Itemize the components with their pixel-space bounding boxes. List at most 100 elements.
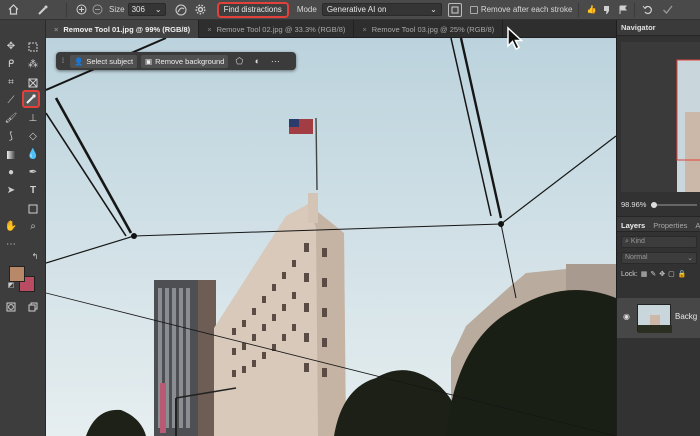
layers-tabs: Layers Properties A	[617, 216, 700, 232]
more-tools-icon[interactable]: ⋯	[4, 238, 18, 252]
gear-icon[interactable]	[194, 3, 208, 17]
blend-mode-value: Normal	[625, 254, 648, 261]
thumbs-down-icon[interactable]	[600, 3, 614, 17]
default-colors-icon[interactable]: ◩	[4, 278, 18, 292]
lock-all-icon[interactable]: 🔒	[678, 270, 687, 278]
tab-layers[interactable]: Layers	[617, 217, 649, 233]
chevron-down-icon: ⌄	[430, 5, 437, 14]
hand-icon[interactable]: ✋	[4, 220, 18, 234]
navigator-header: Navigator	[617, 20, 700, 36]
navigator-thumbnail[interactable]	[621, 42, 700, 192]
mode-label: Mode	[296, 5, 317, 14]
sample-all-layers-icon[interactable]	[447, 2, 462, 17]
clone-stamp-icon[interactable]: ⊥	[26, 112, 40, 126]
rectangle-icon[interactable]	[26, 202, 40, 216]
eyedropper-icon[interactable]: ⟋	[4, 94, 18, 108]
kind-filter-label: Kind	[630, 238, 645, 245]
layer-thumbnail	[637, 304, 672, 333]
tab-adjustments[interactable]: A	[691, 217, 700, 233]
chevron-down-icon: ⌄	[154, 5, 162, 14]
lasso-icon[interactable]: ᑭ	[4, 58, 18, 72]
zoom-slider[interactable]	[651, 202, 697, 208]
close-icon[interactable]: ×	[207, 25, 211, 34]
marquee-icon[interactable]	[26, 40, 40, 54]
gradient-icon[interactable]	[4, 148, 18, 162]
frame-icon[interactable]	[26, 76, 40, 90]
zoom-slider-thumb[interactable]	[651, 202, 657, 208]
mouse-cursor-icon	[507, 26, 524, 51]
commit-check-icon[interactable]	[660, 3, 674, 17]
lock-label: Lock:	[621, 270, 638, 278]
find-distractions-button[interactable]: Find distractions	[216, 1, 289, 18]
type-icon[interactable]: T	[26, 184, 40, 198]
move-icon[interactable]: ✥	[4, 40, 18, 54]
tab-remove-tool-02[interactable]: × Remove Tool 02.jpg @ 33.3% (RGB/8)	[199, 20, 355, 38]
layer-row-background[interactable]: ◉ Backg	[617, 298, 700, 338]
select-subject-button[interactable]: 👤 Select subject	[70, 54, 138, 68]
crop-icon[interactable]: ⌗	[4, 76, 18, 90]
remove-after-stroke-checkbox[interactable]	[469, 5, 478, 14]
home-icon[interactable]	[6, 3, 20, 17]
tab-label: Remove Tool 02.jpg @ 33.3% (RGB/8)	[216, 24, 346, 34]
blur-icon[interactable]: 💧	[26, 148, 40, 162]
layer-name[interactable]: Backg	[675, 312, 697, 321]
eraser-icon[interactable]: ◇	[26, 130, 40, 144]
lock-paint-icon[interactable]: ✎	[650, 270, 656, 278]
person-icon: 👤	[74, 56, 84, 66]
options-bar: Size 306 ⌄ Find distractions Mode Genera…	[0, 0, 700, 20]
remove-background-label: Remove background	[155, 56, 225, 66]
tools-panel: ✥ ᑭ ⁂ ⌗ ⟋ 🖌 ⊥ ⟆ ◇ 💧 ● ✒ T ➤ ✋ ⌕ ⋯ ↰ ◩	[0, 20, 46, 436]
lock-artboard-icon[interactable]: ▢	[668, 270, 675, 278]
lock-transparent-icon[interactable]: ▦	[641, 270, 648, 278]
drag-handle-icon[interactable]: ⁞	[60, 55, 66, 68]
mode-value: Generative AI on	[326, 5, 387, 14]
tab-properties[interactable]: Properties	[649, 217, 691, 233]
brush-icon[interactable]: 🖌	[4, 112, 18, 126]
undo-icon[interactable]	[640, 3, 654, 17]
close-icon[interactable]: ×	[362, 25, 366, 34]
swap-colors-icon[interactable]: ↰	[28, 250, 42, 264]
canvas-photo	[46, 38, 616, 436]
dodge-icon[interactable]: ●	[4, 166, 18, 180]
right-panel: Navigator 98.96% Layers Properties A ⌕ K…	[616, 20, 700, 436]
mode-select[interactable]: Generative AI on ⌄	[321, 3, 442, 16]
remove-tool-preset-icon[interactable]	[36, 3, 50, 17]
navigator-zoom-value[interactable]: 98.96%	[621, 200, 646, 209]
path-selection-icon[interactable]: ➤	[4, 184, 18, 198]
pressure-icon[interactable]	[174, 3, 188, 17]
add-to-stroke-icon[interactable]	[74, 3, 88, 17]
document-canvas[interactable]	[46, 38, 616, 436]
remove-background-button[interactable]: ▣ Remove background	[141, 54, 229, 68]
visibility-eye-icon[interactable]: ◉	[623, 312, 630, 321]
quick-mask-icon[interactable]	[4, 300, 18, 314]
layer-filter-field[interactable]: ⌕ Kind	[621, 236, 697, 248]
chevron-down-icon: ⌄	[687, 255, 693, 262]
adjustment-icon[interactable]: ◐	[250, 55, 264, 68]
object-selection-icon[interactable]: ⁂	[26, 58, 40, 72]
remove-tool-icon[interactable]	[22, 90, 40, 108]
size-field[interactable]: 306 ⌄	[127, 3, 166, 16]
size-label: Size	[109, 5, 125, 14]
tab-remove-tool-01[interactable]: × Remove Tool 01.jpg @ 99% (RGB/8)	[46, 20, 200, 38]
mask-icon[interactable]: ⬠	[232, 55, 246, 68]
contextual-task-bar: ⁞ 👤 Select subject ▣ Remove background ⬠…	[56, 52, 296, 70]
tab-label: Remove Tool 03.jpg @ 25% (RGB/8)	[371, 24, 495, 34]
screen-mode-icon[interactable]	[26, 300, 40, 314]
history-brush-icon[interactable]: ⟆	[4, 130, 18, 144]
blend-mode-select[interactable]: Normal ⌄	[621, 252, 697, 264]
close-icon[interactable]: ×	[54, 25, 58, 34]
document-tabs: × Remove Tool 01.jpg @ 99% (RGB/8) × Remov…	[46, 20, 616, 38]
more-options-icon[interactable]: ⋯	[268, 55, 282, 68]
tab-label: Remove Tool 01.jpg @ 99% (RGB/8)	[63, 24, 191, 34]
subtract-from-stroke-icon[interactable]	[90, 3, 104, 17]
thumbs-up-icon[interactable]: 👍	[584, 3, 598, 17]
zoom-icon[interactable]: ⌕	[26, 220, 40, 234]
tab-remove-tool-03[interactable]: × Remove Tool 03.jpg @ 25% (RGB/8)	[354, 20, 504, 38]
pen-icon[interactable]: ✒	[26, 166, 40, 180]
flag-icon[interactable]	[616, 3, 630, 17]
lock-row: Lock: ▦ ✎ ✥ ▢ 🔒	[621, 270, 687, 279]
size-value: 306	[131, 5, 145, 14]
navigator-title: Navigator	[621, 23, 656, 32]
lock-position-icon[interactable]: ✥	[659, 270, 665, 278]
image-icon: ▣	[145, 56, 153, 66]
